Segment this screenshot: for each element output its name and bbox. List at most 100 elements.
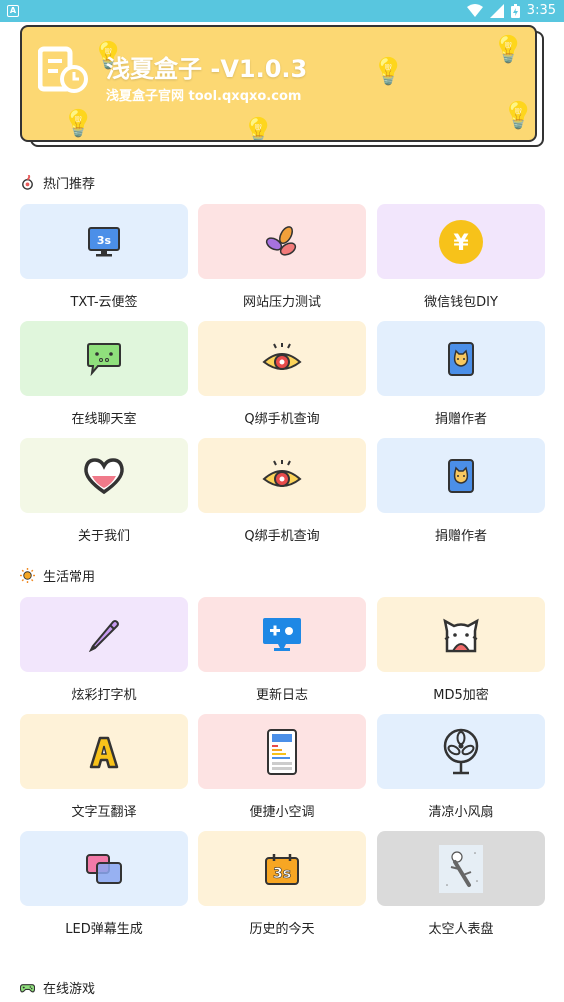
tile-online-chat[interactable]: 在线聊天室 — [20, 321, 188, 427]
tile-label: 便捷小空调 — [249, 805, 315, 820]
eye-icon — [262, 342, 302, 370]
tile-label: 更新日志 — [255, 688, 308, 703]
tile-label: LED弹幕生成 — [65, 922, 143, 937]
monitor-3s-icon: 3s — [88, 226, 120, 256]
wifi-icon — [466, 3, 483, 17]
banner[interactable]: 💡 💡 💡 💡 💡 💡 浅夏盒子 -V1.0.3 浅夏盒子官网 tool.qxq… — [20, 25, 537, 142]
tile-card[interactable]: 3s — [198, 831, 366, 906]
chat-bubble-icon — [87, 342, 121, 376]
tile-mini-air-conditioner[interactable]: 便捷小空调 — [198, 714, 366, 820]
section-header-life: 生活常用 — [20, 566, 95, 585]
lightbulb-icon: 💡 — [62, 109, 95, 139]
tile-card[interactable] — [377, 321, 545, 396]
tile-site-stress-test[interactable]: 网站压力测试 — [198, 204, 366, 310]
tile-history-today[interactable]: 3s 历史的今天 — [198, 831, 366, 937]
letter-a-icon — [89, 736, 119, 768]
tile-label: Q绑手机查询 — [244, 412, 320, 427]
calendar-3s-icon: 3s — [265, 853, 299, 885]
tile-card[interactable] — [377, 714, 545, 789]
tile-label: 清凉小风扇 — [428, 805, 494, 820]
tile-label: 捐赠作者 — [434, 529, 487, 544]
tile-card[interactable] — [198, 597, 366, 672]
tile-update-log[interactable]: 更新日志 — [198, 597, 366, 703]
fan-icon — [443, 728, 479, 774]
tile-astronaut-watchface[interactable]: 太空人表盘 — [377, 831, 545, 937]
tile-label: 炫彩打字机 — [71, 688, 137, 703]
tile-label: 网站压力测试 — [242, 295, 321, 310]
tile-label: MD5加密 — [433, 688, 489, 703]
tile-card[interactable] — [377, 597, 545, 672]
tile-donate-author[interactable]: 捐赠作者 — [377, 438, 545, 544]
tile-label: Q绑手机查询 — [244, 529, 320, 544]
screen-icon — [263, 617, 301, 651]
tile-label: 在线聊天室 — [71, 412, 137, 427]
heart-icon — [84, 457, 124, 494]
tile-card[interactable] — [20, 438, 188, 513]
tile-label: 太空人表盘 — [428, 922, 494, 937]
tile-card[interactable] — [377, 831, 545, 906]
lightbulb-icon: 💡 — [502, 101, 535, 131]
banner-subtitle[interactable]: 浅夏盒子官网 tool.qxqxo.com — [106, 85, 301, 104]
astronaut-icon — [439, 844, 483, 893]
section-title: 生活常用 — [43, 570, 96, 585]
tile-led-danmaku[interactable]: LED弹幕生成 — [20, 831, 188, 937]
ghost-cat-icon — [443, 618, 479, 652]
section-title: 在线游戏 — [43, 982, 96, 997]
air-conditioner-icon — [267, 728, 297, 775]
tile-donate-author[interactable]: 捐赠作者 — [377, 321, 545, 427]
section-header-games: 在线游戏 — [20, 978, 95, 997]
tile-text-translate[interactable]: 文字互翻译 — [20, 714, 188, 820]
eye-icon — [262, 459, 302, 487]
overlap-squares-icon — [86, 853, 122, 884]
gamepad-icon — [20, 984, 35, 993]
tile-label: TXT-云便签 — [70, 295, 138, 310]
tile-card[interactable]: 3s — [20, 204, 188, 279]
lightbulb-icon: 💡 — [242, 117, 275, 142]
svg-text:3s: 3s — [97, 234, 112, 247]
tile-md5-encrypt[interactable]: MD5加密 — [377, 597, 545, 703]
sun-icon — [20, 568, 35, 583]
tile-card[interactable] — [20, 714, 188, 789]
tile-label: 文字互翻译 — [71, 805, 137, 820]
pencil-icon — [88, 619, 119, 652]
signal-icon — [489, 3, 504, 18]
tile-txt-cloud-note[interactable]: 3s TXT-云便签 — [20, 204, 188, 310]
phone-cat-icon — [448, 341, 474, 376]
tile-q-bind-phone-lookup[interactable]: Q绑手机查询 — [198, 438, 366, 544]
lightbulb-icon: 💡 — [372, 57, 405, 87]
tile-label: 关于我们 — [77, 529, 130, 544]
status-bar: A 3:35 — [0, 0, 564, 22]
tile-card[interactable] — [20, 321, 188, 396]
app-notification-icon: A — [7, 5, 19, 17]
tile-about-us[interactable]: 关于我们 — [20, 438, 188, 544]
tile-label: 历史的今天 — [249, 922, 315, 937]
section-title: 热门推荐 — [43, 177, 96, 192]
tile-q-bind-phone-lookup[interactable]: Q绑手机查询 — [198, 321, 366, 427]
banner-title: 浅夏盒子 -V1.0.3 — [106, 55, 308, 83]
tile-card[interactable] — [198, 714, 366, 789]
tile-card[interactable] — [20, 831, 188, 906]
lightbulb-icon: 💡 — [492, 35, 525, 65]
tile-card[interactable] — [198, 204, 366, 279]
section-header-hot: 热门推荐 — [20, 173, 95, 192]
yen-coin-icon: ¥ — [439, 219, 483, 264]
tile-label: 捐赠作者 — [434, 412, 487, 427]
tile-color-typewriter[interactable]: 炫彩打字机 — [20, 597, 188, 703]
status-bar-right: 3:35 — [466, 3, 556, 18]
pinwheel-icon — [265, 225, 297, 256]
svg-text:¥: ¥ — [453, 231, 469, 256]
fire-icon — [22, 175, 33, 190]
phone-cat-icon — [448, 458, 474, 493]
tile-card[interactable] — [198, 321, 366, 396]
tile-label: 微信钱包DIY — [424, 295, 498, 310]
tile-wechat-wallet-diy[interactable]: ¥ 微信钱包DIY — [377, 204, 545, 310]
tile-mini-fan[interactable]: 清凉小风扇 — [377, 714, 545, 820]
status-time: 3:35 — [526, 3, 556, 18]
battery-icon — [510, 3, 520, 18]
tile-card[interactable] — [198, 438, 366, 513]
svg-text:3s: 3s — [273, 866, 291, 882]
tile-card[interactable]: ¥ — [377, 204, 545, 279]
tile-card[interactable] — [20, 597, 188, 672]
app-logo-icon — [38, 46, 88, 93]
tile-card[interactable] — [377, 438, 545, 513]
